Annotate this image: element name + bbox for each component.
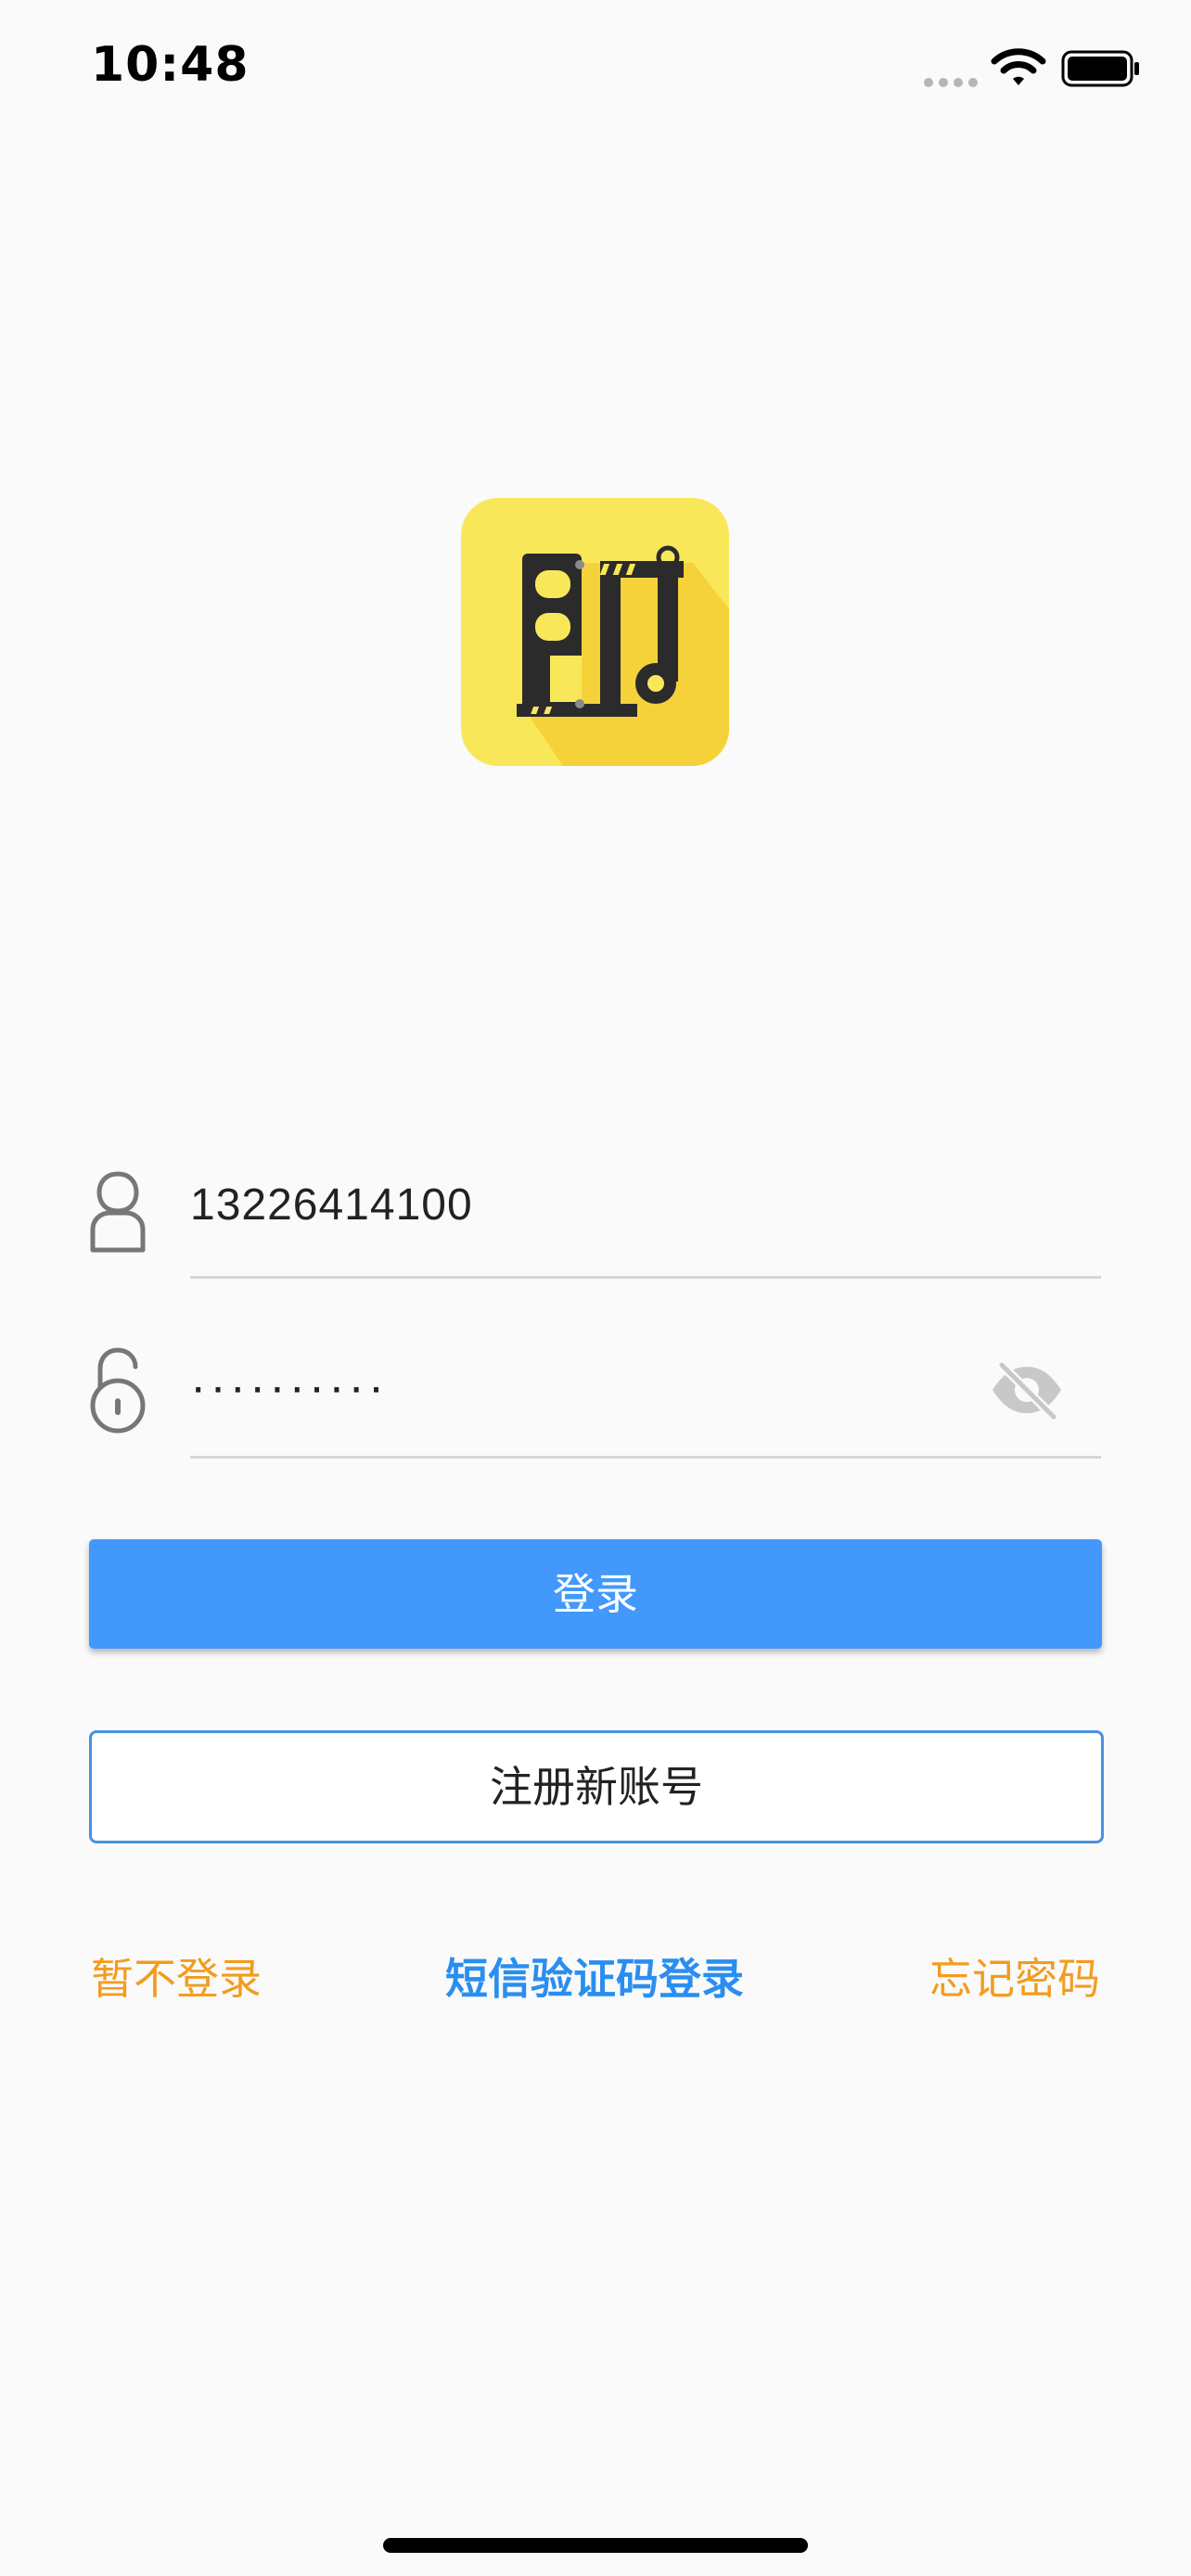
cellular-signal-icon <box>924 78 978 87</box>
register-button[interactable]: 注册新账号 <box>89 1730 1104 1843</box>
password-input[interactable]: ·········· <box>190 1359 388 1415</box>
skip-login-link[interactable]: 暂不登录 <box>91 1949 262 2009</box>
sms-login-link[interactable]: 短信验证码登录 <box>445 1949 744 2009</box>
eye-off-icon[interactable] <box>989 1359 1065 1421</box>
login-button[interactable]: 登录 <box>89 1539 1102 1649</box>
status-bar: 10:48 <box>0 0 1191 139</box>
status-time: 10:48 <box>91 37 250 93</box>
home-indicator[interactable] <box>383 2538 808 2553</box>
app-logo <box>461 498 729 766</box>
user-icon <box>90 1171 146 1253</box>
phone-input-underline <box>190 1276 1101 1279</box>
battery-icon <box>1061 50 1139 87</box>
phone-input[interactable]: 13226414100 <box>190 1180 473 1231</box>
lock-open-icon <box>90 1347 146 1434</box>
forgot-password-link[interactable]: 忘记密码 <box>929 1949 1100 2009</box>
app-logo-graphic <box>461 545 729 766</box>
wifi-icon <box>991 48 1046 85</box>
password-input-underline <box>190 1456 1101 1459</box>
